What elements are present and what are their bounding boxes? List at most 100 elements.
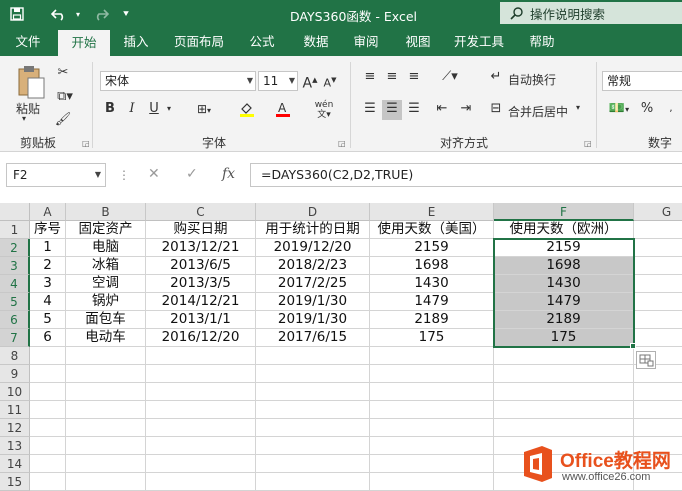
cell-a2[interactable]: 1 (30, 239, 66, 257)
cell-d11[interactable] (256, 401, 370, 419)
cell-e4[interactable]: 1430 (370, 275, 494, 293)
cell-a9[interactable] (30, 365, 66, 383)
tab-7[interactable]: 视图 (392, 28, 444, 56)
cell-f11[interactable] (494, 401, 634, 419)
cell-a4[interactable]: 3 (30, 275, 66, 293)
align-right-icon[interactable]: ☰ (404, 100, 424, 120)
cell-c2[interactable]: 2013/12/21 (146, 239, 256, 257)
underline-dropdown-icon[interactable]: ▾ (164, 100, 174, 120)
font-launcher-icon[interactable]: ◲ (338, 139, 346, 148)
merge-dropdown-icon[interactable]: ▾ (576, 103, 580, 112)
row-header-8[interactable]: 8 (0, 347, 30, 365)
cell-a10[interactable] (30, 383, 66, 401)
customize-toolbar-icon[interactable]: ⯆ (118, 3, 134, 25)
row-header-1[interactable]: 1 (0, 221, 30, 239)
row-header-12[interactable]: 12 (0, 419, 30, 437)
cancel-icon[interactable]: ✕ (148, 166, 160, 182)
tab-4[interactable]: 公式 (236, 28, 288, 56)
cell-e3[interactable]: 1698 (370, 257, 494, 275)
cell-a3[interactable]: 2 (30, 257, 66, 275)
fill-handle[interactable] (630, 343, 636, 349)
column-header-c[interactable]: C (146, 203, 256, 221)
quick-analysis-icon[interactable] (636, 351, 656, 369)
cell-b14[interactable] (66, 455, 146, 473)
cut-icon[interactable]: ✂ (54, 64, 72, 84)
row-header-4[interactable]: 4 (0, 275, 30, 293)
cell-c13[interactable] (146, 437, 256, 455)
cell-d1[interactable]: 用于统计的日期 (256, 221, 370, 239)
cell-f8[interactable] (494, 347, 634, 365)
cell-f1[interactable]: 使用天数（欧洲） (494, 221, 634, 239)
borders-icon[interactable]: ⊞▾ (190, 100, 218, 120)
name-box[interactable]: F2 ▼ (6, 163, 106, 187)
row-header-7[interactable]: 7 (0, 329, 30, 347)
enter-icon[interactable]: ✓ (186, 166, 198, 182)
underline-button[interactable]: U (146, 100, 162, 120)
cell-g2[interactable] (634, 239, 682, 257)
increase-indent-icon[interactable]: ⇥ (456, 100, 476, 120)
cell-f10[interactable] (494, 383, 634, 401)
column-header-f[interactable]: F (494, 203, 634, 221)
cell-e11[interactable] (370, 401, 494, 419)
tab-1[interactable]: 开始 (58, 30, 110, 56)
cell-d15[interactable] (256, 473, 370, 491)
row-header-3[interactable]: 3 (0, 257, 30, 275)
cell-g10[interactable] (634, 383, 682, 401)
cell-d4[interactable]: 2017/2/25 (256, 275, 370, 293)
cell-d7[interactable]: 2017/6/15 (256, 329, 370, 347)
alignment-launcher-icon[interactable]: ◲ (584, 139, 592, 148)
bold-button[interactable]: B (102, 100, 118, 120)
cell-c5[interactable]: 2014/12/21 (146, 293, 256, 311)
row-header-14[interactable]: 14 (0, 455, 30, 473)
save-icon[interactable] (6, 3, 28, 25)
cell-b13[interactable] (66, 437, 146, 455)
cell-d2[interactable]: 2019/12/20 (256, 239, 370, 257)
cell-e14[interactable] (370, 455, 494, 473)
paste-dropdown-icon[interactable]: ▾ (22, 114, 26, 123)
row-header-10[interactable]: 10 (0, 383, 30, 401)
middle-align-icon[interactable]: ≡ (382, 68, 402, 88)
phonetic-guide-icon[interactable]: wén 文▾ (310, 100, 338, 120)
row-header-5[interactable]: 5 (0, 293, 30, 311)
cell-a1[interactable]: 序号 (30, 221, 66, 239)
tab-6[interactable]: 审阅 (340, 28, 392, 56)
cell-g5[interactable] (634, 293, 682, 311)
comma-style-icon[interactable]: , (662, 100, 680, 120)
decrease-indent-icon[interactable]: ⇤ (432, 100, 452, 120)
cell-c8[interactable] (146, 347, 256, 365)
tab-0[interactable]: 文件 (0, 28, 56, 56)
cell-b12[interactable] (66, 419, 146, 437)
cell-b8[interactable] (66, 347, 146, 365)
italic-button[interactable]: I (124, 100, 140, 120)
cell-f4[interactable]: 1430 (494, 275, 634, 293)
cell-b6[interactable]: 面包车 (66, 311, 146, 329)
paste-icon[interactable] (14, 64, 48, 104)
cell-c1[interactable]: 购买日期 (146, 221, 256, 239)
cell-e7[interactable]: 175 (370, 329, 494, 347)
tab-3[interactable]: 页面布局 (162, 28, 236, 56)
cell-c3[interactable]: 2013/6/5 (146, 257, 256, 275)
cell-c7[interactable]: 2016/12/20 (146, 329, 256, 347)
cell-g3[interactable] (634, 257, 682, 275)
cell-d5[interactable]: 2019/1/30 (256, 293, 370, 311)
font-size-select[interactable]: 11 ▼ (258, 71, 298, 91)
row-header-6[interactable]: 6 (0, 311, 30, 329)
cell-d14[interactable] (256, 455, 370, 473)
paste-label[interactable]: 粘贴 (16, 100, 40, 117)
cell-a8[interactable] (30, 347, 66, 365)
font-color-icon[interactable]: A (268, 100, 298, 120)
cell-c14[interactable] (146, 455, 256, 473)
cell-a7[interactable]: 6 (30, 329, 66, 347)
merge-center-button[interactable]: 合并后居中 (508, 103, 568, 120)
cell-a11[interactable] (30, 401, 66, 419)
font-name-select[interactable]: 宋体 ▼ (100, 71, 256, 91)
cell-f9[interactable] (494, 365, 634, 383)
cell-d3[interactable]: 2018/2/23 (256, 257, 370, 275)
cell-c12[interactable] (146, 419, 256, 437)
undo-icon[interactable] (46, 3, 72, 25)
bottom-align-icon[interactable]: ≡ (404, 68, 424, 88)
row-header-11[interactable]: 11 (0, 401, 30, 419)
cell-c9[interactable] (146, 365, 256, 383)
cell-e8[interactable] (370, 347, 494, 365)
cell-g4[interactable] (634, 275, 682, 293)
